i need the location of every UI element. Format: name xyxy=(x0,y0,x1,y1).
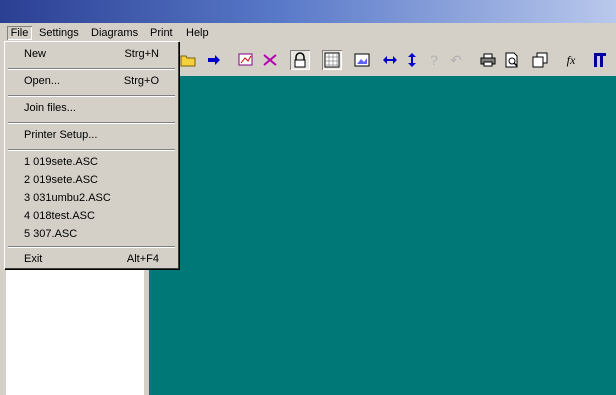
menu-separator xyxy=(8,122,175,124)
menu-item-label: Join files... xyxy=(24,102,76,114)
arrow-right-icon[interactable] xyxy=(204,50,224,70)
help-cursor-icon[interactable]: ? xyxy=(424,50,444,70)
menu-item-label: Open... xyxy=(24,75,61,87)
menu-file[interactable]: File xyxy=(7,26,32,40)
menu-item-shortcut: Strg+O xyxy=(123,75,159,87)
menu-item-printer-setup[interactable]: Printer Setup... xyxy=(6,126,177,144)
printer-icon[interactable] xyxy=(478,50,498,70)
undo-icon[interactable]: ↶ xyxy=(446,50,466,70)
function-icon[interactable]: fx xyxy=(561,50,581,70)
menu-item-label: 3 031umbu2.ASC xyxy=(24,192,111,204)
menu-item-recent-3[interactable]: 3 031umbu2.ASC xyxy=(6,189,177,207)
image-icon[interactable] xyxy=(352,50,372,70)
vertical-arrows-icon[interactable] xyxy=(402,50,422,70)
file-menu-dropdown: New Strg+N Open... Strg+O Join files... … xyxy=(4,41,179,269)
menu-item-recent-5[interactable]: 5 307.ASC xyxy=(6,225,177,243)
menu-settings[interactable]: Settings xyxy=(39,26,79,40)
lock-icon[interactable] xyxy=(290,50,310,70)
menu-item-recent-4[interactable]: 4 018test.ASC xyxy=(6,207,177,225)
menu-item-join-files[interactable]: Join files... xyxy=(6,99,177,117)
menu-item-recent-1[interactable]: 1 019sete.ASC xyxy=(6,153,177,171)
cross-diagram-icon[interactable] xyxy=(260,50,280,70)
print-preview-icon[interactable] xyxy=(502,50,522,70)
menu-item-open[interactable]: Open... Strg+O xyxy=(6,72,177,90)
main-workspace[interactable] xyxy=(149,76,616,395)
menu-item-recent-2[interactable]: 2 019sete.ASC xyxy=(6,171,177,189)
menu-separator xyxy=(8,149,175,151)
copy-windows-icon[interactable] xyxy=(530,50,550,70)
menu-separator xyxy=(8,68,175,70)
menu-item-label: Printer Setup... xyxy=(24,129,98,141)
menu-help[interactable]: Help xyxy=(186,26,209,40)
bracket-icon[interactable] xyxy=(590,50,610,70)
horizontal-arrows-icon[interactable] xyxy=(380,50,400,70)
menu-print[interactable]: Print xyxy=(150,26,173,40)
menu-item-shortcut: Strg+N xyxy=(124,48,159,60)
menu-separator xyxy=(8,246,175,248)
menu-item-label: Exit xyxy=(24,253,43,265)
folder-icon[interactable] xyxy=(178,50,198,70)
menu-item-new[interactable]: New Strg+N xyxy=(6,45,177,63)
menu-item-label: 5 307.ASC xyxy=(24,228,78,240)
title-bar xyxy=(0,0,616,23)
menu-item-label: 4 018test.ASC xyxy=(24,210,95,222)
grid-icon[interactable] xyxy=(322,50,342,70)
menu-item-label: 2 019sete.ASC xyxy=(24,174,98,186)
menu-item-shortcut: Alt+F4 xyxy=(126,253,159,265)
menu-item-label: New xyxy=(24,48,47,60)
menu-diagrams[interactable]: Diagrams xyxy=(91,26,138,40)
select-diagram-icon[interactable] xyxy=(236,50,256,70)
menu-item-exit[interactable]: Exit Alt+F4 xyxy=(6,250,177,268)
menu-separator xyxy=(8,95,175,97)
menu-bar: File Settings Diagrams Print Help xyxy=(0,23,616,43)
menu-item-label: 1 019sete.ASC xyxy=(24,156,98,168)
